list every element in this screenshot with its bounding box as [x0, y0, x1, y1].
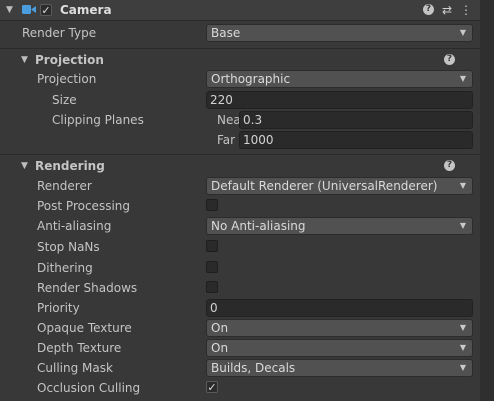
culling-mask-label: Culling Mask	[37, 361, 113, 375]
chevron-down-icon: ▼	[459, 74, 466, 83]
anti-aliasing-dropdown[interactable]: No Anti-aliasing ▼	[206, 217, 473, 235]
rendering-help-icon[interactable]: ?	[444, 160, 455, 171]
preset-icon[interactable]: ⇄	[440, 0, 454, 20]
depth-texture-dropdown[interactable]: On ▼	[206, 339, 473, 357]
size-label: Size	[52, 93, 77, 107]
render-type-dropdown[interactable]: Base ▼	[206, 24, 473, 42]
renderer-dropdown[interactable]: Default Renderer (UniversalRenderer) ▼	[206, 177, 473, 195]
culling-mask-dropdown[interactable]: Builds, Decals ▼	[206, 359, 473, 377]
render-type-label: Render Type	[22, 26, 97, 40]
far-field[interactable]: 1000	[239, 131, 473, 149]
opaque-texture-dropdown[interactable]: On ▼	[206, 319, 473, 337]
priority-field[interactable]: 0	[206, 299, 473, 317]
rendering-foldout-icon[interactable]: ▼	[21, 156, 28, 176]
render-type-value: Base	[211, 26, 241, 40]
chevron-down-icon: ▼	[459, 343, 466, 352]
near-field[interactable]: 0.3	[239, 111, 473, 129]
far-label: Far	[217, 133, 236, 147]
chevron-down-icon: ▼	[459, 323, 466, 332]
section-divider	[0, 48, 494, 49]
render-shadows-checkbox[interactable]	[206, 281, 218, 293]
occlusion-culling-label: Occlusion Culling	[37, 381, 141, 395]
more-icon[interactable]: ⋮	[460, 0, 472, 20]
component-enabled-checkbox[interactable]: ✓	[40, 4, 52, 16]
projection-foldout-icon[interactable]: ▼	[21, 50, 28, 70]
anti-aliasing-label: Anti-aliasing	[37, 219, 112, 233]
priority-label: Priority	[37, 301, 80, 315]
chevron-down-icon: ▼	[459, 181, 466, 190]
renderer-value: Default Renderer (UniversalRenderer)	[211, 179, 438, 193]
component-title: Camera	[60, 3, 112, 17]
opaque-texture-value: On	[211, 321, 229, 335]
dithering-label: Dithering	[37, 261, 93, 275]
chevron-down-icon: ▼	[459, 221, 466, 230]
stop-nans-checkbox[interactable]	[206, 240, 218, 252]
projection-value: Orthographic	[211, 72, 291, 86]
stop-nans-label: Stop NaNs	[37, 240, 100, 254]
inspector-scrollbar-gutter	[480, 0, 494, 401]
occlusion-culling-checkbox[interactable]: ✓	[206, 381, 218, 393]
anti-aliasing-value: No Anti-aliasing	[211, 219, 306, 233]
projection-dropdown[interactable]: Orthographic ▼	[206, 70, 473, 88]
size-field[interactable]: 220	[206, 91, 473, 109]
depth-texture-label: Depth Texture	[37, 341, 122, 355]
opaque-texture-label: Opaque Texture	[37, 321, 132, 335]
component-foldout-icon[interactable]: ▼	[6, 0, 13, 20]
culling-mask-value: Builds, Decals	[211, 361, 296, 375]
projection-label: Projection	[37, 72, 97, 86]
post-processing-label: Post Processing	[37, 199, 130, 213]
chevron-down-icon: ▼	[459, 363, 466, 372]
component-header: ▼ ✓ Camera ? ⇄ ⋮	[0, 0, 494, 21]
depth-texture-value: On	[211, 341, 229, 355]
render-shadows-label: Render Shadows	[37, 281, 138, 295]
camera-icon	[22, 4, 36, 18]
rendering-section-title[interactable]: Rendering	[35, 156, 105, 176]
clipping-planes-label: Clipping Planes	[52, 113, 144, 127]
dithering-checkbox[interactable]	[206, 261, 218, 273]
projection-section-title[interactable]: Projection	[35, 50, 104, 70]
projection-help-icon[interactable]: ?	[444, 54, 455, 65]
post-processing-checkbox[interactable]	[206, 199, 218, 211]
renderer-label: Renderer	[37, 179, 92, 193]
section-divider	[0, 154, 494, 155]
help-icon[interactable]: ?	[423, 4, 434, 15]
chevron-down-icon: ▼	[459, 28, 466, 37]
